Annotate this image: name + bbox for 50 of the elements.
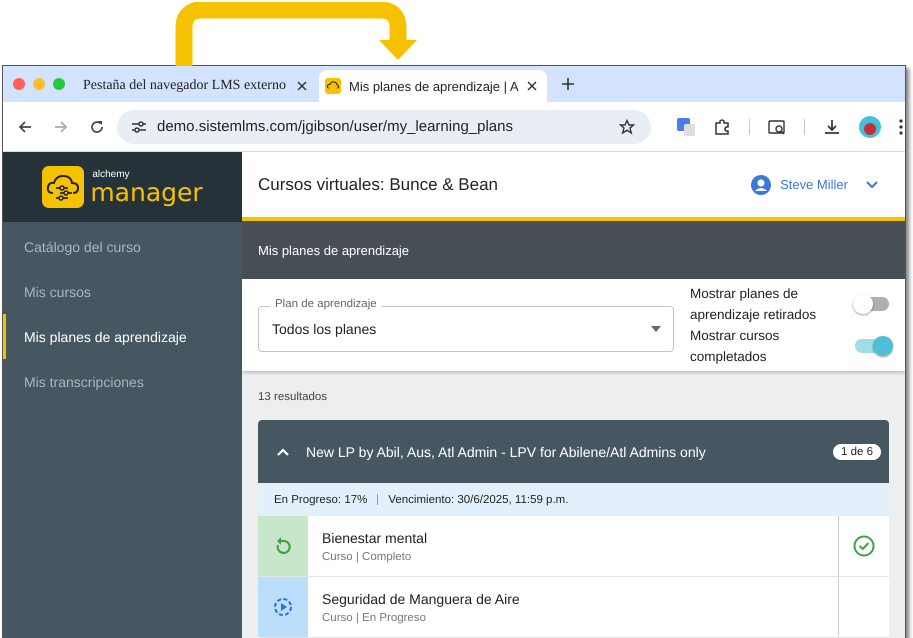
results-count: 13 resultados <box>258 390 328 405</box>
section-title: Mis planes de aprendizaje <box>258 242 410 258</box>
back-icon[interactable] <box>17 118 33 134</box>
course-title: Seguridad de Manguera de Aire <box>322 590 521 606</box>
progress-text: En Progreso: 17% <box>274 494 368 506</box>
chevron-icon[interactable] <box>276 446 290 456</box>
course-row[interactable]: Seguridad de Manguera de Aire Curso | En Progreso <box>258 577 889 638</box>
new-tab-icon[interactable] <box>561 77 575 91</box>
translate-icon[interactable] <box>677 118 695 136</box>
download-icon[interactable] <box>823 118 841 136</box>
play-circle-icon <box>273 597 293 617</box>
dropdown-caret-icon <box>651 326 661 332</box>
plan-title: New LP by Abil, Aus, Atl Admin - LPV for Abilene/Atl Admins only <box>306 444 707 460</box>
plan-header[interactable]: New LP by Abil, Aus, Atl Admin - LPV for Abilene/Atl Admins only 1 de 6 <box>258 420 889 483</box>
search-page-icon[interactable] <box>768 118 786 136</box>
site-settings-icon[interactable] <box>131 120 147 134</box>
sidebar-item[interactable]: Mis transcripciones <box>3 359 242 404</box>
course-row[interactable]: Bienestar mental Curso | Completo <box>258 516 889 577</box>
address-bar[interactable]: demo.sistemlms.com/jgibson/user/my_learning_plans <box>117 110 651 144</box>
course-subtitle: Curso | En Progreso <box>322 612 427 624</box>
star-icon[interactable] <box>619 118 635 134</box>
sidebar-item[interactable]: Catálogo del curso <box>3 224 242 269</box>
more-icon[interactable] <box>899 118 903 134</box>
step-badge: 1 de 6 <box>833 444 881 460</box>
course-title: Bienestar mental <box>322 530 428 546</box>
replay-icon <box>274 536 292 556</box>
browser-tab[interactable]: Mis planes de aprendizaje | A <box>319 70 547 102</box>
check-circle-icon <box>853 535 875 557</box>
toggle-label: Mostrar planes de aprendizaje retirados <box>690 284 818 324</box>
cloud-logo-icon <box>325 78 341 94</box>
logo-wordmark: manager <box>90 180 203 204</box>
user-menu[interactable]: Steve Miller <box>751 174 879 195</box>
url-text: demo.sistemlms.com/jgibson/user/my_learning_plans <box>157 118 514 135</box>
reload-icon[interactable] <box>89 118 105 134</box>
sidebar-item[interactable]: Mis cursos <box>3 269 242 314</box>
close-icon[interactable] <box>297 81 307 91</box>
toggle-label: Mostrar cursos completados <box>690 326 780 366</box>
close-icon[interactable] <box>527 81 537 91</box>
browser-tab[interactable]: Pestaña del navegador LMS externo <box>77 70 317 102</box>
user-icon <box>751 174 772 195</box>
logo-tagline: alchemy <box>92 170 131 180</box>
due-date-text: Vencimiento: 30/6/2025, 11:59 p.m. <box>388 494 568 506</box>
logo-icon <box>42 166 84 208</box>
avatar-icon[interactable] <box>859 116 881 138</box>
chevron-down-icon <box>865 180 879 190</box>
toggle-switch[interactable] <box>855 296 889 311</box>
select-label: Plan de aprendizaje <box>270 298 382 310</box>
course-subtitle: Curso | Completo <box>322 550 412 562</box>
page-title: Cursos virtuales: Bunce & Bean <box>258 174 498 195</box>
puzzle-icon[interactable] <box>713 118 731 136</box>
